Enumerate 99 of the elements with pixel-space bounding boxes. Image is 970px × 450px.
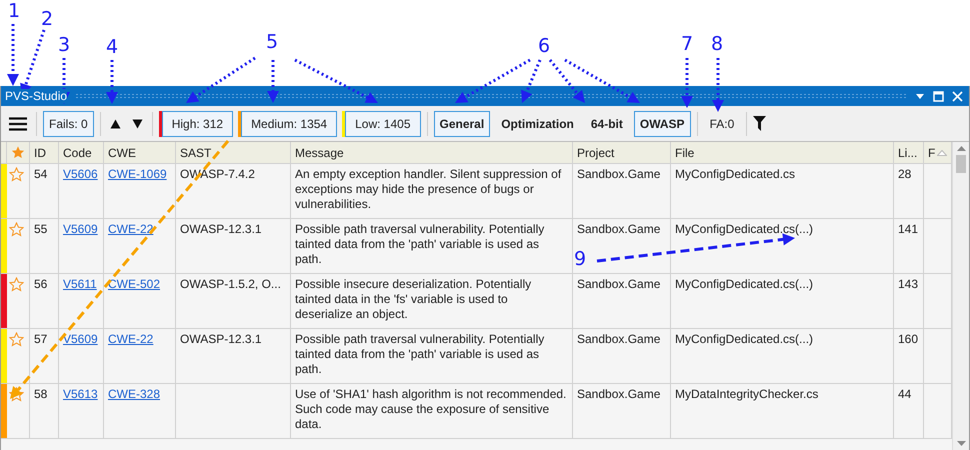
table-cell: 54: [30, 164, 59, 219]
scroll-down-icon[interactable]: [956, 441, 966, 446]
cwe-link[interactable]: CWE-22: [108, 332, 154, 346]
vertical-scrollbar[interactable]: [952, 142, 969, 450]
group-filter-button[interactable]: Optimization: [495, 110, 580, 136]
diagnostic-code-link[interactable]: V5609: [63, 332, 98, 346]
scrollbar-thumb[interactable]: [956, 155, 966, 173]
table-cell: Sandbox.Game: [573, 274, 671, 329]
table-cell: 44: [894, 384, 924, 439]
dropdown-icon[interactable]: [915, 91, 925, 101]
group-filter-button[interactable]: 64-bit: [584, 110, 629, 136]
column-header[interactable]: Li...: [894, 142, 924, 164]
column-header[interactable]: F: [924, 142, 952, 164]
table-cell: 28: [894, 164, 924, 219]
table-cell: Sandbox.Game: [573, 164, 671, 219]
annotation-arrow: [712, 58, 724, 112]
column-header[interactable]: File: [671, 142, 894, 164]
column-header[interactable]: ID: [30, 142, 59, 164]
false-alarms-button[interactable]: FA:0: [704, 110, 740, 136]
column-header[interactable]: Message: [291, 142, 573, 164]
table-cell: 160: [894, 329, 924, 384]
favorite-cell[interactable]: [7, 384, 30, 439]
table-cell: [924, 384, 952, 439]
annotation-number: 3: [58, 34, 70, 56]
favorite-cell[interactable]: [7, 274, 30, 329]
table-cell: 55: [30, 219, 59, 274]
column-header[interactable]: SAST: [176, 142, 291, 164]
severity-filter-button[interactable]: Low: 1405: [345, 110, 420, 136]
favorite-cell[interactable]: [7, 219, 30, 274]
annotation-number: 6: [538, 35, 550, 57]
sort-icon[interactable]: [937, 150, 947, 156]
table-cell: Possible insecure deserialization. Potentially tainted data in the 'fs' variable is used to deserialize an object.: [291, 274, 573, 329]
table-cell: 56: [30, 274, 59, 329]
diagnostic-code-link[interactable]: V5611: [63, 277, 97, 291]
navigate-down-icon[interactable]: [132, 118, 143, 128]
column-header[interactable]: CWE: [104, 142, 176, 164]
table-cell: Possible path traversal vulnerability. Potentially tainted data from the 'path' variable is used as path.: [291, 219, 573, 274]
annotation-arrow: [106, 60, 118, 104]
annotation-arrow: [681, 58, 693, 108]
column-header[interactable]: [7, 142, 30, 164]
table-cell: 141: [894, 219, 924, 274]
cwe-link[interactable]: CWE-1069: [108, 167, 167, 181]
annotation-number: 8: [711, 33, 724, 55]
table-cell: OWASP-1.5.2, O...: [176, 274, 291, 329]
star-icon[interactable]: [11, 145, 25, 160]
star-icon[interactable]: [9, 167, 24, 182]
annotation-number: 5: [266, 31, 278, 53]
filter-icon[interactable]: [753, 116, 766, 131]
column-header[interactable]: Project: [573, 142, 671, 164]
table-cell: [924, 274, 952, 329]
star-icon[interactable]: [9, 387, 24, 402]
cwe-link[interactable]: CWE-22: [108, 222, 154, 236]
navigate-up-icon[interactable]: [110, 118, 121, 128]
table-cell: 143: [894, 274, 924, 329]
annotation-number: 2: [41, 8, 54, 30]
table-cell: 58: [30, 384, 59, 439]
table-cell: Sandbox.Game: [573, 384, 671, 439]
table-cell: Use of 'SHA1' hash algorithm is not recommended. Such code may cause the exposure of sensitive data.: [291, 384, 573, 439]
fails-button[interactable]: Fails: 0: [43, 110, 94, 136]
table-cell: Possible path traversal vulnerability. Potentially tainted data from the 'path' variable is used as path.: [291, 329, 573, 384]
star-icon[interactable]: [9, 277, 24, 292]
maximize-icon[interactable]: [933, 90, 944, 102]
column-header[interactable]: Code: [59, 142, 104, 164]
annotation-number: 1: [8, 0, 20, 22]
annotation-number: 7: [681, 33, 694, 55]
table-cell: [924, 164, 952, 219]
diagnostic-code-link[interactable]: V5613: [63, 387, 98, 401]
table-cell: 57: [30, 329, 59, 384]
annotation-number: 4: [106, 36, 118, 58]
table-cell: [924, 329, 952, 384]
close-icon[interactable]: [952, 90, 963, 102]
table-cell: OWASP-12.3.1: [176, 219, 291, 274]
star-icon[interactable]: [9, 332, 24, 347]
diagnostic-code-link[interactable]: V5606: [63, 167, 98, 181]
annotation-number: 9: [574, 248, 586, 270]
table-cell: MyConfigDedicated.cs(...): [671, 329, 894, 384]
table-cell: MyConfigDedicated.cs(...): [671, 274, 894, 329]
window-title: PVS-Studio: [5, 89, 68, 103]
menu-icon[interactable]: [9, 116, 27, 130]
group-filter-button[interactable]: OWASP: [634, 110, 691, 136]
cwe-link[interactable]: CWE-328: [108, 387, 160, 401]
favorite-cell[interactable]: [7, 164, 30, 219]
table-cell: Sandbox.Game: [573, 329, 671, 384]
group-filter-button[interactable]: General: [434, 110, 490, 136]
scroll-up-icon[interactable]: [956, 146, 966, 151]
diagnostic-code-link[interactable]: V5609: [63, 222, 98, 236]
cwe-link[interactable]: CWE-502: [108, 277, 160, 291]
table-cell: [924, 219, 952, 274]
favorite-cell[interactable]: [7, 329, 30, 384]
annotation-arrow: [267, 60, 279, 103]
table-cell: An empty exception handler. Silent suppression of exceptions may hide the presence of bugs or vulnerabilities.: [291, 164, 573, 219]
annotation-arrow: [186, 56, 256, 103]
table-cell: MyConfigDedicated.cs(...): [671, 219, 894, 274]
severity-filter-button[interactable]: Medium: 1354: [241, 110, 338, 136]
severity-filter-button[interactable]: High: 312: [162, 110, 234, 136]
table-cell: MyDataIntegrityChecker.cs: [671, 384, 894, 439]
table-cell: MyConfigDedicated.cs: [671, 164, 894, 219]
star-icon[interactable]: [9, 222, 24, 237]
table-cell: OWASP-12.3.1: [176, 329, 291, 384]
